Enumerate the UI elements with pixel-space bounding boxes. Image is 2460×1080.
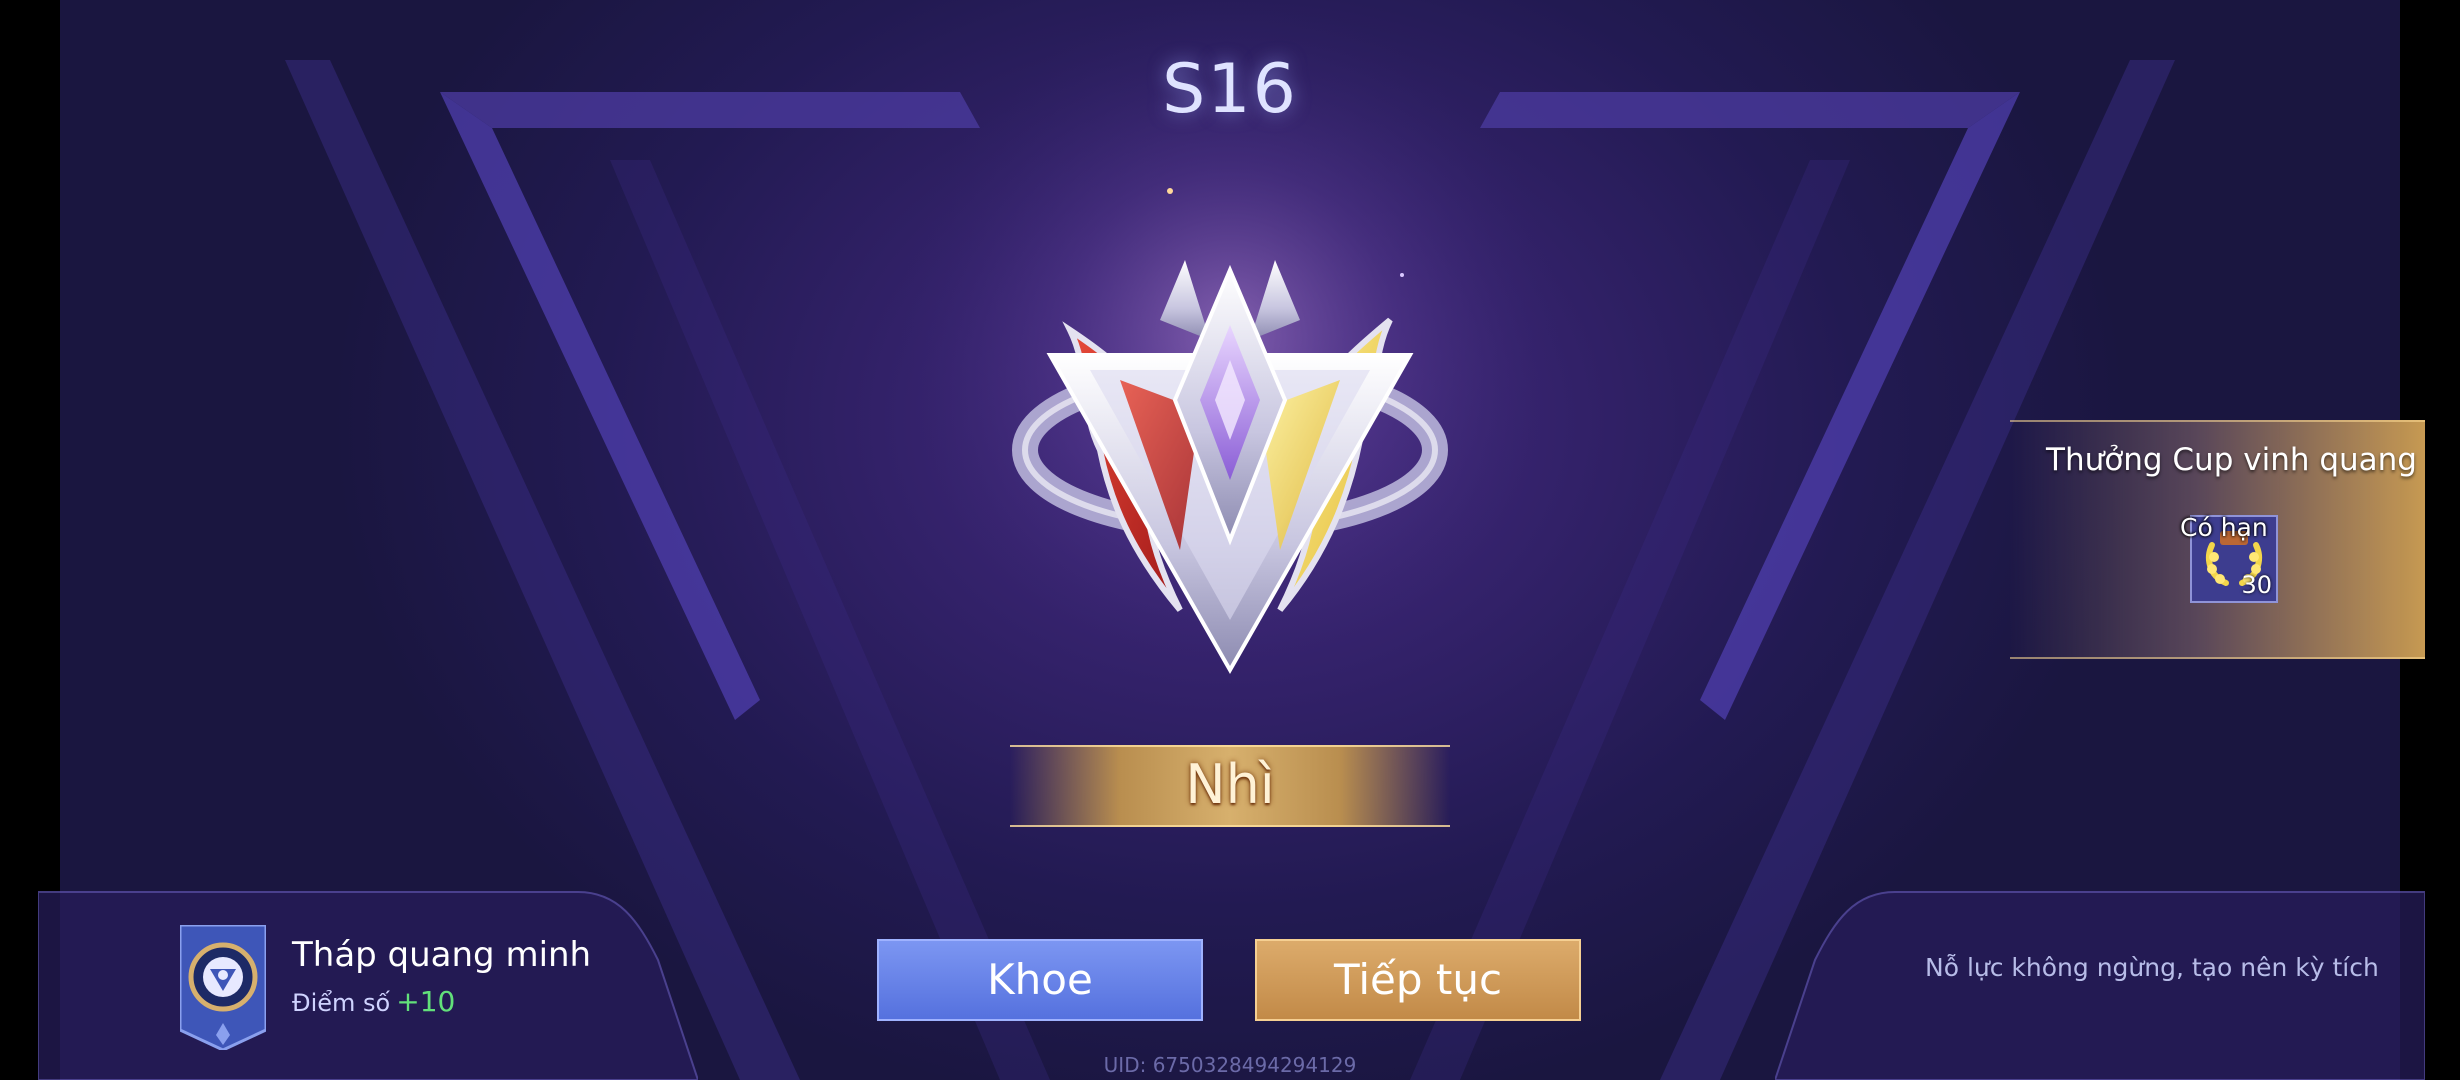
score-label: Điểm số [292,989,391,1017]
reward-count: 30 [2241,571,2272,599]
bottom-left-panel [38,891,698,1080]
tower-emblem-icon [180,925,266,1050]
rank-banner: Nhì [1010,745,1450,827]
mode-name: Tháp quang minh [292,935,592,975]
season-title: S16 [1162,50,1298,129]
reward-item[interactable]: Có hạn 30 [2180,513,2278,603]
share-button[interactable]: Khoe [877,939,1203,1021]
season-result-screen: S16 Nhì Thưởng Cup vinh quang Có hạn 30 … [0,0,2460,1080]
reward-title: Thưởng Cup vinh quang [2046,442,2417,478]
reward-panel: Thưởng Cup vinh quang Có hạn 30 [2010,420,2425,659]
reward-limited-tag: Có hạn [2180,513,2268,542]
score-delta: +10 [396,985,456,1018]
rank-emblem-icon [1012,260,1448,675]
rank-label: Nhì [1185,753,1275,816]
uid-text: UID: 6750328494294129 [1103,1053,1357,1077]
continue-button[interactable]: Tiếp tục [1255,939,1581,1021]
motto-text: Nỗ lực không ngừng, tạo nên kỳ tích [1925,953,2379,982]
score-row: Điểm số +10 [292,985,455,1018]
